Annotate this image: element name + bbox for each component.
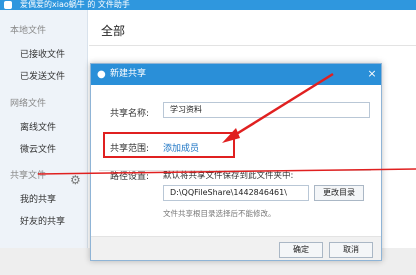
annotation-arrow-shaft bbox=[229, 72, 334, 140]
annotation-arrow-head bbox=[222, 128, 240, 143]
annotation-lines bbox=[37, 72, 416, 175]
annotation-underline bbox=[37, 168, 416, 175]
